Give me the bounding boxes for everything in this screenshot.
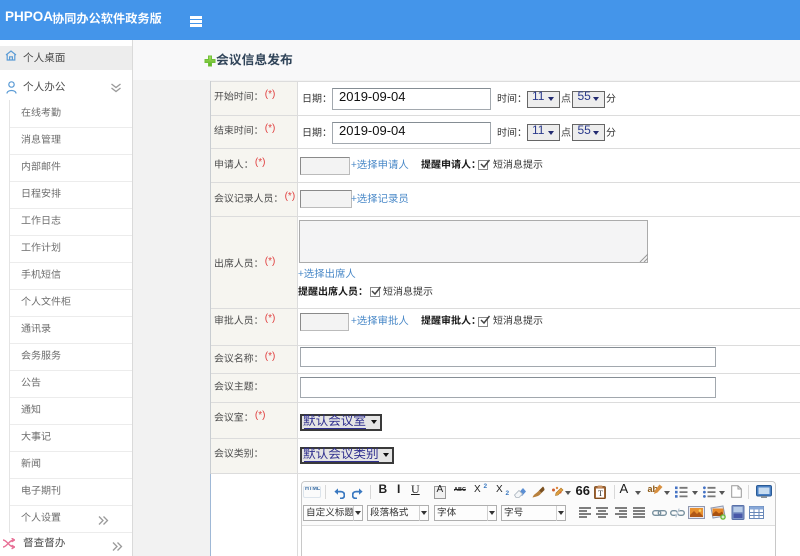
svg-text:T: T bbox=[598, 489, 603, 498]
